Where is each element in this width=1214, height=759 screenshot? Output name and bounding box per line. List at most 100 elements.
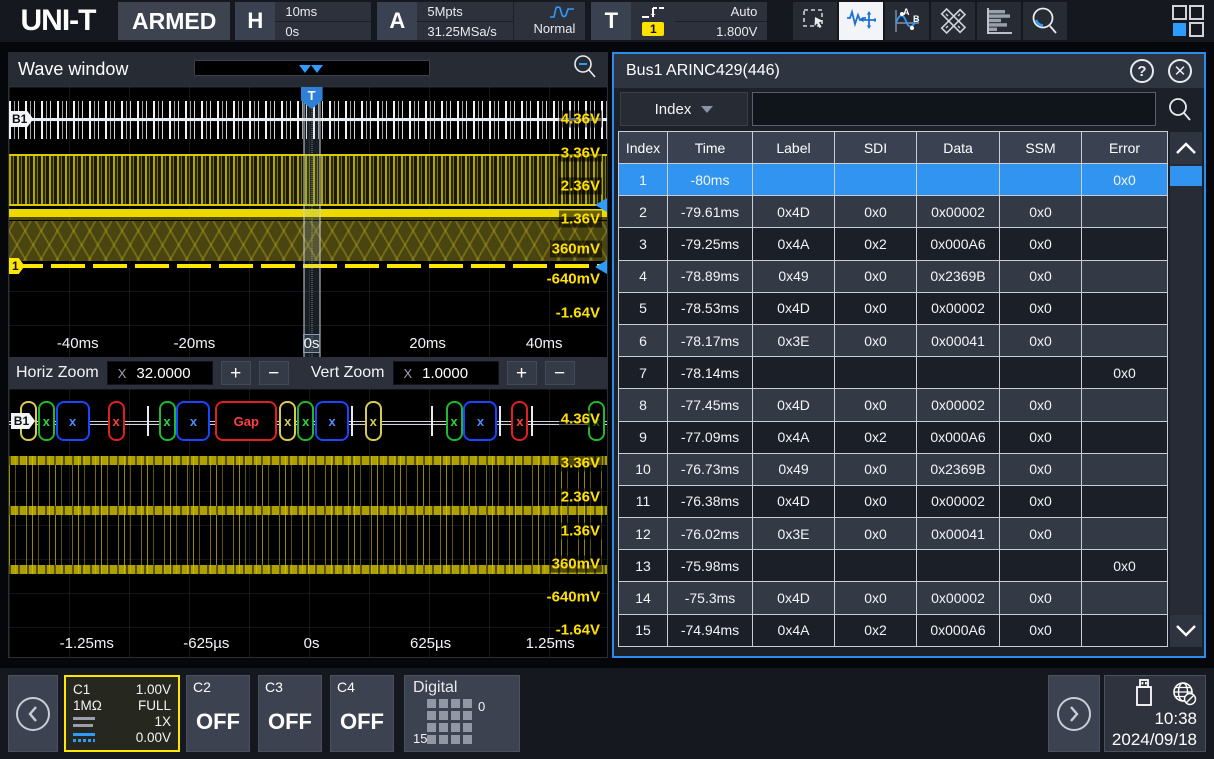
main-waveform-plot[interactable]: T B1 1 4.36V 3.36V 2.36V 1.36V 360mV -640mV -1… [8, 86, 608, 358]
channel1-box[interactable]: C1 1.00V 1MΩ FULL 1X 0.00V [64, 675, 180, 752]
table-row[interactable]: 13 -75.98ms 0x0 [618, 549, 1168, 583]
scroll-down-button[interactable] [1170, 615, 1202, 647]
vert-zoom-out-button[interactable]: − [544, 361, 575, 385]
table-row[interactable]: 8 -77.45ms 0x4D 0x0 0x00002 0x0 [618, 388, 1168, 422]
channel3-box[interactable]: C3 OFF [258, 675, 322, 752]
table-cell: 0x0 [1000, 420, 1082, 454]
acquire-settings[interactable]: A 5Mpts 31.25MSa/s Normal [377, 2, 586, 40]
table-cell: -78.17ms [668, 323, 753, 358]
digital-channel-cell [427, 735, 436, 744]
scrollbar-thumb[interactable] [1170, 166, 1202, 186]
channel4-box[interactable]: C4 OFF [330, 675, 394, 752]
vert-zoom-value-box[interactable]: X 1.0000 [392, 361, 499, 385]
table-cell [1082, 259, 1168, 293]
decode-bubble: x [158, 401, 176, 441]
table-row[interactable]: 4 -78.89ms 0x49 0x0 0x2369B 0x0 [618, 259, 1168, 293]
table-cell: 0x4D [753, 195, 835, 229]
time-tick-label: 20ms [409, 335, 446, 352]
wave-window-panel: Wave window T B1 1 4.36V 3.36V 2.36V 1.36V 3… [8, 52, 608, 658]
voltage-tick-label: 360mV [549, 555, 602, 573]
zoom-out-icon[interactable] [572, 54, 598, 85]
table-cell: 14 [618, 581, 668, 615]
table-cell: 0x0 [835, 259, 917, 293]
acquire-mode-value: Normal [533, 20, 576, 36]
table-row[interactable]: 11 -76.38ms 0x4D 0x0 0x00002 0x0 [618, 484, 1168, 519]
zoom-waveform-plot[interactable]: B1xxxxxxGapxxxxxxxx 4.36V 3.36V 2.36V 1.36V… [8, 388, 608, 658]
table-row[interactable]: 7 -78.14ms 0x0 [618, 356, 1168, 390]
wave-position-bar[interactable] [194, 60, 430, 76]
table-row[interactable]: 15 -74.94ms 0x4A 0x2 0x000A6 0x0 [618, 613, 1168, 647]
horizontal-settings[interactable]: H 10ms 0s [235, 2, 372, 40]
table-row[interactable]: 10 -76.73ms 0x49 0x0 0x2369B 0x0 [618, 452, 1168, 486]
bus-idle-tick [499, 406, 502, 436]
zoom-region-indicator[interactable] [303, 87, 321, 357]
table-cell: -76.38ms [668, 484, 753, 519]
ab-curve-icon[interactable]: A B [885, 2, 930, 40]
channel1-probe: 1X [154, 714, 171, 730]
filter-dropdown[interactable]: Index [620, 92, 748, 126]
search-icon[interactable] [1160, 92, 1198, 126]
table-cell: 0x000A6 [917, 420, 1000, 454]
column-header: Error [1082, 131, 1168, 164]
horiz-zoom-out-button[interactable]: − [258, 361, 289, 385]
bus-table-body: 1 -80ms 0x0 2 -79.61ms 0x4D 0x0 0x00002 0x0 3 -79.… [618, 163, 1168, 647]
table-cell [835, 356, 917, 390]
table-row[interactable]: 1 -80ms 0x0 [618, 163, 1168, 197]
decode-bubble: x [445, 401, 463, 441]
table-row[interactable]: 6 -78.17ms 0x3E 0x0 0x00041 0x0 [618, 323, 1168, 358]
table-row[interactable]: 12 -76.02ms 0x3E 0x0 0x00041 0x0 [618, 517, 1168, 551]
system-status-box[interactable]: 10:38 2024/09/18 [1104, 675, 1206, 752]
bus-search-row: Index [614, 88, 1204, 130]
table-cell: 0x0 [1000, 195, 1082, 229]
voltage-tick-label: -640mV [544, 270, 602, 288]
zoom-search-icon[interactable] [1023, 2, 1068, 40]
table-cell: 0x0 [1082, 163, 1168, 197]
select-region-icon[interactable] [793, 2, 838, 40]
voltage-tick-label: 2.36V [558, 177, 602, 195]
digital-channel-cell [439, 723, 448, 732]
search-input[interactable] [752, 92, 1156, 126]
time-tick-label: -20ms [173, 335, 216, 352]
help-icon[interactable]: ? [1130, 59, 1154, 83]
channel1-scale: 1.00V [135, 681, 171, 697]
table-row[interactable]: 2 -79.61ms 0x4D 0x0 0x00002 0x0 [618, 195, 1168, 229]
horiz-zoom-label: Horiz Zoom [16, 364, 99, 381]
svg-text:A: A [903, 7, 910, 17]
channels-prev-button[interactable] [8, 675, 58, 752]
window-grid-icon[interactable] [1168, 2, 1208, 40]
table-cell: 0x00002 [917, 388, 1000, 422]
table-row[interactable]: 3 -79.25ms 0x4A 0x2 0x000A6 0x0 [618, 227, 1168, 261]
table-row[interactable]: 9 -77.09ms 0x4A 0x2 0x000A6 0x0 [618, 420, 1168, 454]
scrollbar-track[interactable] [1170, 188, 1202, 615]
table-cell: -80ms [668, 163, 753, 197]
channel2-box[interactable]: C2 OFF [186, 675, 250, 752]
digital-channels-box[interactable]: Digital 0 15 [404, 675, 520, 752]
horiz-zoom-prefix: X [117, 365, 127, 381]
channel3-name: C3 [265, 679, 283, 695]
channels-next-button[interactable] [1048, 675, 1100, 752]
table-row[interactable]: 5 -78.53ms 0x4D 0x0 0x00002 0x0 [618, 291, 1168, 325]
table-cell [1000, 356, 1082, 390]
vert-zoom-label: Vert Zoom [310, 364, 385, 381]
table-cell: 0x0 [835, 517, 917, 551]
vert-zoom-in-button[interactable]: + [506, 361, 537, 385]
close-icon[interactable]: ✕ [1168, 59, 1192, 83]
voltage-tick-label: 4.36V [558, 410, 602, 428]
table-cell: -75.98ms [668, 549, 753, 583]
horiz-zoom-in-button[interactable]: + [220, 361, 251, 385]
table-row[interactable]: 14 -75.3ms 0x4D 0x0 0x00002 0x0 [618, 581, 1168, 615]
digital-channel-cell [463, 711, 472, 720]
table-cell [917, 549, 1000, 583]
trigger-settings[interactable]: T 1 Auto 1.800V [591, 2, 768, 40]
horiz-zoom-value-box[interactable]: X 32.0000 [106, 361, 213, 385]
table-cell: -76.73ms [668, 452, 753, 486]
bus-idle-tick [351, 406, 354, 436]
waveform-pan-icon[interactable] [839, 2, 884, 40]
zoom-toolbar: Horiz Zoom X 32.0000 + − Vert Zoom X 1.0… [8, 358, 608, 388]
table-cell [835, 163, 917, 197]
acquire-waveform-icon [550, 5, 575, 18]
histogram-icon[interactable] [977, 2, 1022, 40]
channel1-offset: 0.00V [135, 730, 171, 746]
scroll-up-button[interactable] [1170, 132, 1202, 164]
measure-rulers-icon[interactable] [931, 2, 976, 40]
